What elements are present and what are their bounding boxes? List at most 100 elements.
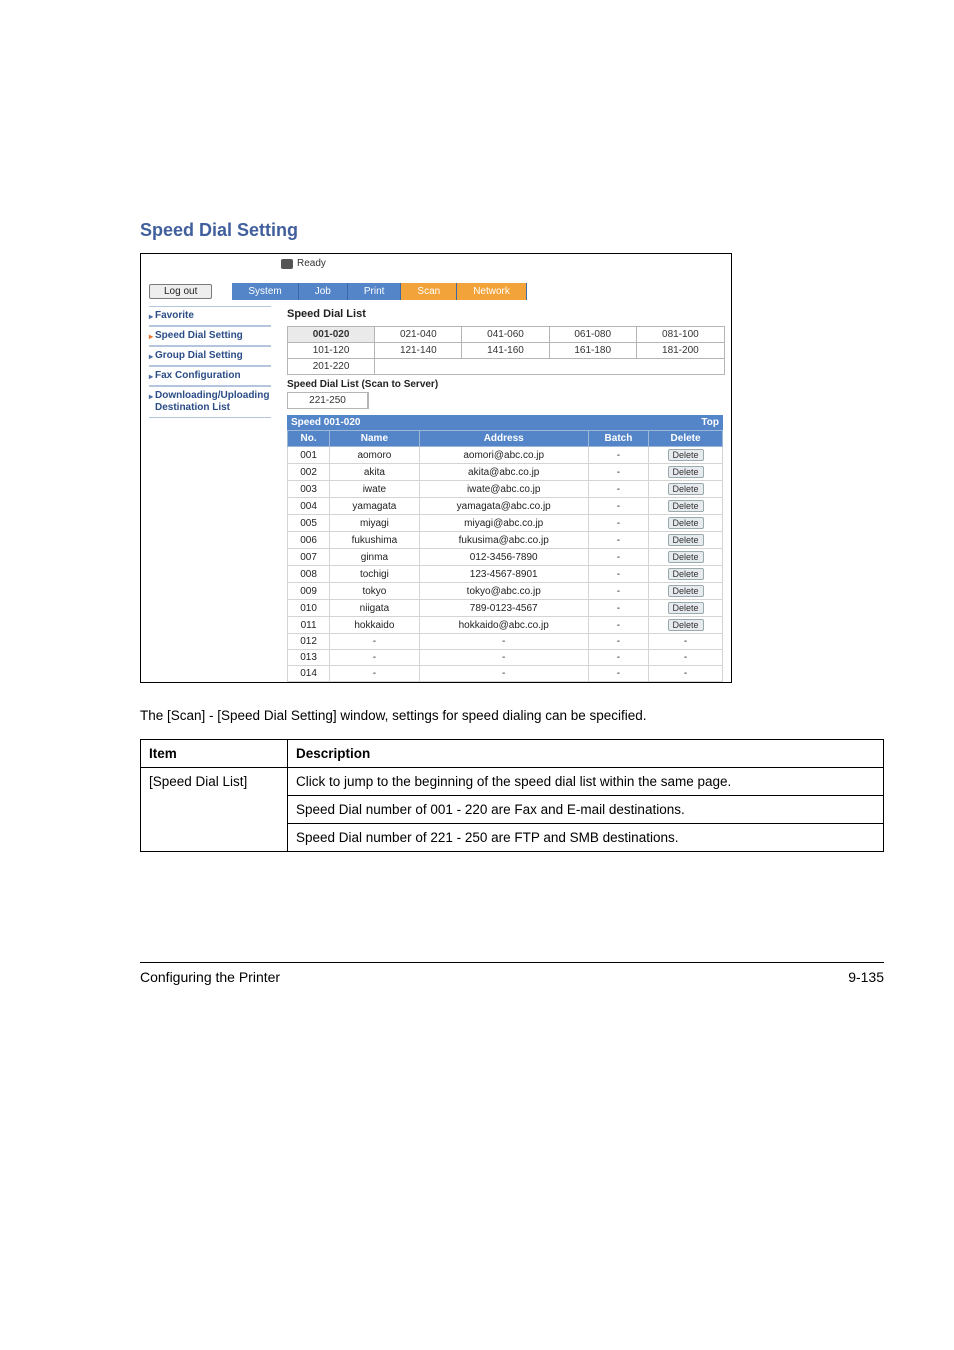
cell-no: 005 [288,515,330,532]
cell-delete: Delete [649,617,723,634]
footer-left: Configuring the Printer [140,969,280,985]
data-header-left: Speed 001-020 [291,417,361,428]
cell-delete: Delete [649,549,723,566]
cell-address: 123-4567-8901 [419,566,588,583]
delete-button[interactable]: Delete [668,449,704,461]
cell-no: 003 [288,481,330,498]
desc-header-description: Description [288,740,884,768]
cell-name: aomoro [330,447,420,464]
cell-name: niigata [330,600,420,617]
cell-batch: - [588,532,648,549]
cell-no: 002 [288,464,330,481]
speed-dial-table: No. Name Address Batch Delete 001aomoroa… [287,430,723,682]
cell-delete: Delete [649,464,723,481]
range-tab-group-2: 221-250 [287,392,369,409]
cell-name: ginma [330,549,420,566]
logout-button[interactable]: Log out [149,284,212,299]
delete-button[interactable]: Delete [668,534,704,546]
cell-delete: Delete [649,515,723,532]
sidebar-item-download-upload[interactable]: ▸ Downloading/Uploading Destination List [149,386,271,418]
cell-address: - [419,666,588,682]
cell-name: miyagi [330,515,420,532]
cell-address: akita@abc.co.jp [419,464,588,481]
cell-delete: Delete [649,532,723,549]
tab-scan[interactable]: Scan [401,283,457,300]
delete-button[interactable]: Delete [668,619,704,631]
range-tab[interactable]: 041-060 [462,327,549,343]
range-tab[interactable]: 101-120 [288,343,375,359]
range-tab[interactable]: 181-200 [637,343,724,359]
range-tab[interactable]: 001-020 [288,327,375,343]
range-tab[interactable]: 161-180 [550,343,637,359]
cell-name: - [330,634,420,650]
range-tab[interactable]: 021-040 [375,327,462,343]
cell-name: tochigi [330,566,420,583]
tab-job[interactable]: Job [299,283,348,300]
range-tab-group-1: 001-020021-040041-060061-080081-100 101-1… [287,326,725,375]
cell-batch: - [588,583,648,600]
cell-no: 010 [288,600,330,617]
top-link[interactable]: Top [701,417,719,428]
cell-name: yamagata [330,498,420,515]
range-tab[interactable]: 221-250 [288,393,368,408]
delete-button[interactable]: Delete [668,568,704,580]
table-row: 010niigata789-0123-4567-Delete [288,600,723,617]
cell-no: 014 [288,666,330,682]
sidebar-item-speed-dial-setting[interactable]: ▸ Speed Dial Setting [149,326,271,346]
cell-no: 011 [288,617,330,634]
cell-no: 008 [288,566,330,583]
table-row: 008tochigi123-4567-8901-Delete [288,566,723,583]
sidebar-item-label: Fax Configuration [155,370,241,381]
cell-address: yamagata@abc.co.jp [419,498,588,515]
range-tab[interactable]: 121-140 [375,343,462,359]
delete-button[interactable]: Delete [668,500,704,512]
cell-delete: Delete [649,583,723,600]
sidebar-item-label: Speed Dial Setting [155,330,243,341]
cell-no: 001 [288,447,330,464]
footer-right: 9-135 [848,969,884,985]
sidebar-item-fax-configuration[interactable]: ▸ Fax Configuration [149,366,271,386]
desc-header-item: Item [141,740,288,768]
cell-no: 006 [288,532,330,549]
sidebar-item-label: Favorite [155,310,194,321]
data-header: Speed 001-020 Top [287,415,723,430]
range-tab[interactable]: 141-160 [462,343,549,359]
table-row: 005miyagimiyagi@abc.co.jp-Delete [288,515,723,532]
delete-button[interactable]: Delete [668,585,704,597]
sidebar-item-label: Downloading/Uploading Destination List [155,390,269,413]
sidebar-item-favorite[interactable]: ▸ Favorite [149,306,271,326]
cell-batch: - [588,600,648,617]
tab-system[interactable]: System [232,283,298,300]
delete-button[interactable]: Delete [668,551,704,563]
cell-batch: - [588,666,648,682]
triangle-marker-icon: ▸ [149,392,153,402]
table-row: 014---- [288,666,723,682]
cell-address: 012-3456-7890 [419,549,588,566]
delete-button[interactable]: Delete [668,517,704,529]
delete-button[interactable]: Delete [668,483,704,495]
sidebar-item-label: Group Dial Setting [155,350,243,361]
desc-desc-cell: Speed Dial number of 221 - 250 are FTP a… [288,824,884,852]
cell-delete: Delete [649,447,723,464]
tab-network[interactable]: Network [457,283,527,300]
delete-button[interactable]: Delete [668,466,704,478]
cell-batch: - [588,464,648,481]
range-tab[interactable]: 061-080 [550,327,637,343]
cell-address: miyagi@abc.co.jp [419,515,588,532]
delete-button[interactable]: Delete [668,602,704,614]
cell-delete: - [649,634,723,650]
table-row: 013---- [288,650,723,666]
cell-address: fukusima@abc.co.jp [419,532,588,549]
cell-name: fukushima [330,532,420,549]
cell-delete: Delete [649,600,723,617]
cell-batch: - [588,447,648,464]
col-no: No. [288,431,330,447]
range-tab[interactable]: 201-220 [288,359,375,374]
cell-address: - [419,650,588,666]
tab-print[interactable]: Print [348,283,402,300]
sidebar-item-group-dial-setting[interactable]: ▸ Group Dial Setting [149,346,271,366]
table-row: 001aomoroaomori@abc.co.jp-Delete [288,447,723,464]
range-tab[interactable]: 081-100 [637,327,724,343]
cell-no: 007 [288,549,330,566]
desc-item-cell: [Speed Dial List] [141,768,288,852]
